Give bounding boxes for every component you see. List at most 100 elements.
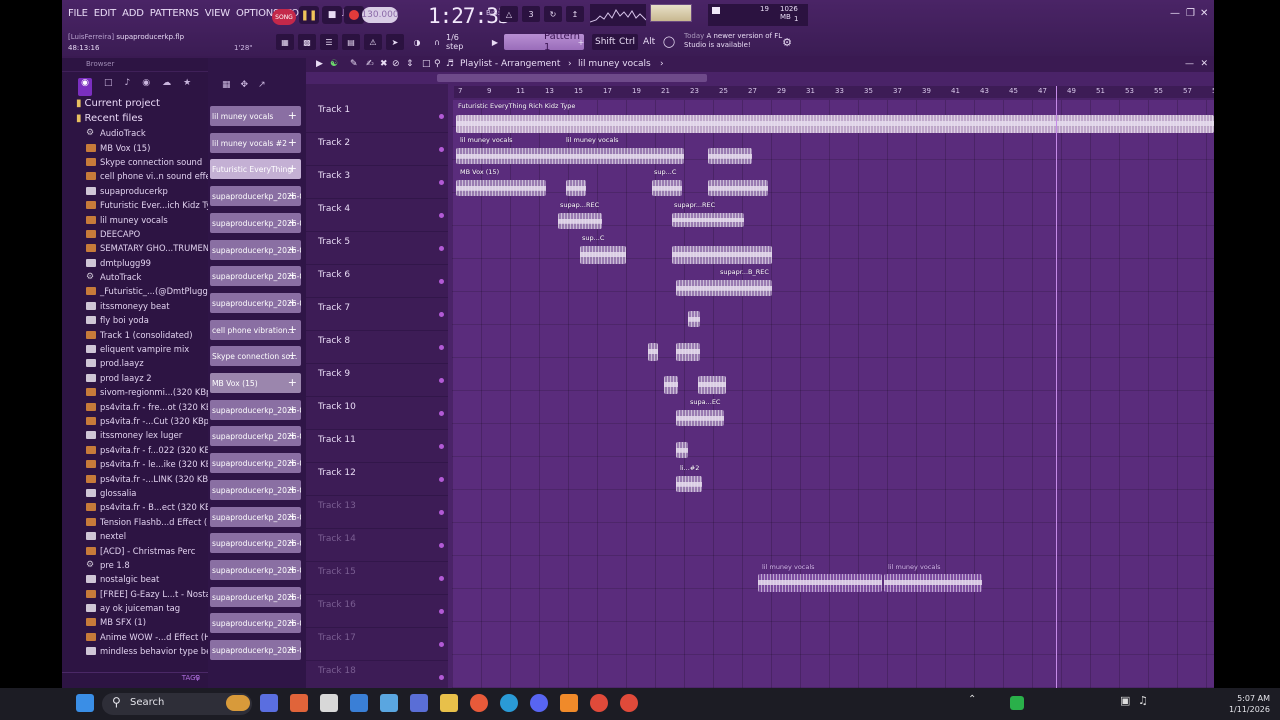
alt-key-toggle[interactable]: Alt [640,34,658,50]
browser-item[interactable]: prod laayz 2 [62,371,208,385]
track-header[interactable]: Track 9 [306,364,448,397]
edge-icon[interactable] [500,694,518,712]
audio-clip[interactable] [676,410,724,426]
browser-item[interactable]: ⚙ AudioTrack [62,126,208,140]
picker-clip[interactable]: supaproducerkp_2026-0...+ [210,533,301,554]
close-icon[interactable]: ✕ [1200,8,1208,19]
add-clip-icon[interactable]: + [288,590,297,603]
track-header[interactable]: Track 11 [306,430,448,463]
play-icon[interactable]: ▶ [486,34,504,50]
snap-selector[interactable]: 1/6 step [446,33,478,51]
add-clip-icon[interactable]: + [288,536,297,549]
track-header[interactable]: Track 18 [306,661,448,688]
add-clip-icon[interactable]: + [288,616,297,629]
add-clip-icon[interactable]: + [288,323,297,336]
picker-view-icon[interactable]: ▦ [222,80,231,100]
settings-icon[interactable]: ⚙ [778,34,796,50]
audio-clip[interactable] [580,246,626,264]
browser-item[interactable]: nextel [62,529,208,543]
browser-item[interactable]: supaproducerkp [62,184,208,198]
add-clip-icon[interactable]: + [288,243,297,256]
audio-clip[interactable] [698,376,726,394]
loop-record-icon[interactable]: ↻ [544,6,562,22]
picker-clip[interactable]: Futuristic EveryThing + [210,159,301,180]
muted-audio-clip[interactable] [884,574,982,592]
settings-app-icon[interactable] [380,694,398,712]
start-icon[interactable] [76,694,94,712]
add-clip-icon[interactable]: + [288,483,297,496]
app-icon[interactable] [410,694,428,712]
pause-button[interactable]: ❚❚ [299,6,319,24]
browser-item[interactable]: Anime WOW -...d Effect (HD) [62,630,208,644]
piano-roll-icon[interactable]: ▤ [342,34,360,50]
app-icon[interactable] [350,694,368,712]
track-led-icon[interactable] [439,444,444,449]
picker-clip[interactable]: supaproducerkp_2026-0...+ [210,186,301,207]
track-header[interactable]: Track 7 [306,298,448,331]
track-led-icon[interactable] [439,345,444,350]
picker-clip[interactable]: supaproducerkp_2026-0...+ [210,239,301,260]
select-tool-icon[interactable]: □ [422,59,431,69]
track-header[interactable]: Track 3 [306,166,448,199]
add-clip-icon[interactable]: + [288,109,297,122]
audio-clip[interactable] [566,180,586,196]
audio-clip[interactable] [558,213,602,229]
picker-clip[interactable]: supaproducerkp_2026-0...+ [210,453,301,474]
track-header[interactable]: Track 8 [306,331,448,364]
track-led-icon[interactable] [439,279,444,284]
picker-clip[interactable]: supaproducerkp_2026-0...+ [210,559,301,580]
add-clip-icon[interactable]: + [288,349,297,362]
browser-item[interactable]: ⚙ pre 1.8 [62,558,208,572]
pattern-mode-icon[interactable]: ▦ [276,34,294,50]
playback-tool-icon[interactable]: ♬ [446,59,454,69]
star-icon[interactable]: ★ [183,78,191,96]
add-clip-icon[interactable]: + [288,643,297,656]
audio-clip[interactable] [456,115,1214,133]
magnet-icon[interactable]: ∩ [428,34,446,50]
muted-audio-clip[interactable] [758,574,882,592]
browser-item[interactable]: ps4vita.fr - fre...ot (320 KBps) [62,399,208,413]
add-clip-icon[interactable]: + [288,563,297,576]
browser-item[interactable]: mindless behavior type beat [62,644,208,658]
playlist-pattern[interactable]: lil muney vocals [578,59,651,69]
network-icon[interactable]: ▣ [1120,694,1138,712]
minimize-icon[interactable]: — [1170,8,1180,19]
track-led-icon[interactable] [439,675,444,680]
plugin-db-icon[interactable]: ◉ [142,78,150,96]
audio-clip[interactable] [672,213,744,227]
track-header[interactable]: Track 10 [306,397,448,430]
track-header[interactable]: Track 15 [306,562,448,595]
browser-item[interactable]: ps4vita.fr -...LINK (320 KBps) [62,471,208,485]
browser-item[interactable]: Tension Flashb...d Effect (HD) [62,515,208,529]
widget-icon[interactable] [226,695,250,711]
audio-clip[interactable] [664,376,678,394]
browser-item[interactable]: itssmoney lex luger [62,428,208,442]
timeline-ruler[interactable]: 7 9 11 13 15 17 19 21 23 25 27 29 31 33 35 37 39 41 43 45 47… [454,86,1214,98]
add-clip-icon[interactable]: + [288,429,297,442]
add-clip-icon[interactable]: + [288,376,297,389]
picker-clip[interactable]: lil muney vocals + [210,106,301,126]
audio-clip[interactable] [688,311,700,327]
copilot-icon[interactable] [260,694,278,712]
app-icon[interactable] [320,694,338,712]
slice-tool-icon[interactable]: ⇕ [406,59,414,69]
browser-item[interactable]: sivom-regionmi...(320 KBps) [62,385,208,399]
playlist-close-icon[interactable]: ✕ [1200,59,1208,69]
playlist-menu-icon[interactable]: ▶ [316,59,323,69]
track-led-icon[interactable] [439,510,444,515]
add-clip-icon[interactable]: + [288,162,297,175]
audio-clip[interactable] [456,180,546,196]
paint-tool-icon[interactable]: ✍ [366,59,374,69]
mic-icon[interactable]: ◑ [408,34,426,50]
blend-notes-icon[interactable]: ↥ [566,6,584,22]
add-clip-icon[interactable]: + [288,136,297,149]
draw-tool-icon[interactable]: ✎ [350,59,358,69]
menu-add[interactable]: ADD [122,8,144,19]
chrome-icon[interactable] [620,694,638,712]
audio-icon[interactable]: ♪ [125,78,131,96]
picker-clip[interactable]: lil muney vocals #2 + [210,132,301,153]
browser-item[interactable]: ps4vita.fr - f...022 (320 KBps) [62,443,208,457]
track-led-icon[interactable] [439,180,444,185]
tray-chevron-icon[interactable]: ⌃ [968,694,986,712]
picker-clip[interactable]: supaproducerkp_2026-0...+ [210,426,301,447]
